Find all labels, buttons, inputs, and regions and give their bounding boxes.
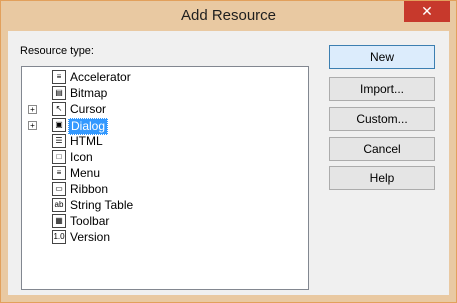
version-icon: 1.0 [52,230,66,244]
help-button[interactable]: Help [329,166,435,190]
tree-item-label: HTML [70,134,103,148]
tree-item-label: Cursor [70,102,107,116]
new-button[interactable]: New [329,45,435,69]
close-icon: ✕ [421,3,433,19]
string-table-icon: ab [52,198,66,212]
dialog-title: Add Resource [180,7,277,24]
tree-item-label: Toolbar [70,214,110,228]
expand-icon[interactable]: + [28,105,37,114]
custom-button[interactable]: Custom... [329,107,435,131]
tree-item-label: Version [70,230,111,244]
tree-item-label: Accelerator [70,70,131,84]
title-bar: Add Resource ✕ [1,1,456,31]
dialog-icon: ▣ [52,118,66,132]
tree-item-label: Dialog [68,118,109,135]
bitmap-icon: ▤ [52,86,66,100]
tree-item-label: Icon [70,150,93,164]
icon-resource-icon: □ [52,150,66,164]
toolbar-icon: ▦ [52,214,66,228]
expand-icon[interactable]: + [28,121,37,130]
html-icon: ☰ [52,134,66,148]
ribbon-icon: ▭ [52,182,66,196]
dialog-body: Resource type: ≡ Accelerator ▤ Bitmap + … [8,31,449,295]
resource-type-label: Resource type: [20,45,94,57]
accelerator-icon: ≡ [52,70,66,84]
tree-item-label: Ribbon [70,182,109,196]
add-resource-dialog: Add Resource ✕ Resource type: ≡ Accelera… [0,0,457,303]
menu-icon: ≡ [52,166,66,180]
tree-item-label: Menu [70,166,101,180]
cursor-icon: ↖ [52,102,66,116]
resource-type-tree[interactable]: ≡ Accelerator ▤ Bitmap + ↖ Cursor + ▣ Di… [21,66,309,290]
tree-item-label: Bitmap [70,86,108,100]
close-button[interactable]: ✕ [404,1,450,22]
cancel-button[interactable]: Cancel [329,137,435,161]
import-button[interactable]: Import... [329,77,435,101]
tree-item-label: String Table [70,198,134,212]
